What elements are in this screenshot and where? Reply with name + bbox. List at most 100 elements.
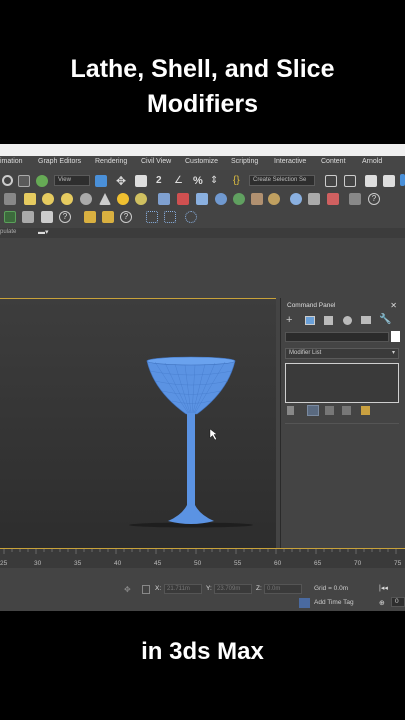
scene-explorer-icon[interactable]	[365, 175, 377, 187]
add-time-tag-button[interactable]: Add Time Tag	[314, 599, 354, 606]
select-link-icon[interactable]	[18, 175, 30, 187]
percent-snap-icon[interactable]: %	[193, 175, 205, 187]
glass-stem	[187, 413, 195, 509]
sun-icon[interactable]	[135, 193, 147, 205]
selection-lock-icon[interactable]: ✥	[124, 585, 131, 594]
help-icon[interactable]: ?	[368, 193, 380, 205]
display-tab-icon[interactable]	[361, 316, 371, 324]
create-tab-icon[interactable]: +	[286, 314, 292, 326]
menu-content[interactable]: Content	[321, 158, 346, 165]
viewport-layout-icon[interactable]	[4, 211, 16, 223]
tick-label: 35	[74, 560, 82, 567]
box-icon[interactable]	[24, 193, 36, 205]
current-frame-field[interactable]: 0	[391, 597, 405, 607]
render-setup-icon[interactable]	[233, 193, 245, 205]
x-coordinate-field[interactable]: 21.711m	[164, 584, 202, 594]
modifier-stack[interactable]	[285, 363, 399, 403]
video-subtitle: in 3ds Max	[141, 638, 264, 665]
help-icon-2[interactable]: ?	[120, 211, 132, 223]
mirror-icon[interactable]	[325, 175, 337, 187]
modify-tab-icon[interactable]	[305, 316, 315, 325]
utilities-tab-icon[interactable]: 🔧	[379, 314, 391, 325]
title-line-1: Lathe, Shell, and Slice	[70, 55, 335, 83]
info-icon[interactable]: ?	[59, 211, 71, 223]
menu-civil-view[interactable]: Civil View	[141, 158, 171, 165]
menu-rendering[interactable]: Rendering	[95, 158, 127, 165]
bind-space-warp-icon[interactable]	[36, 175, 48, 187]
teapot-icon[interactable]	[41, 211, 53, 223]
tick-label: 70	[354, 560, 362, 567]
show-end-result-icon[interactable]	[307, 405, 319, 416]
selection-filter-dropdown[interactable]: View	[54, 175, 90, 186]
snap-grid-icon[interactable]	[164, 211, 176, 223]
render-icon[interactable]	[268, 193, 280, 205]
cylinder-icon[interactable]	[61, 193, 73, 205]
align-icon[interactable]	[344, 175, 356, 187]
command-panel-title: Command Panel	[287, 302, 336, 309]
absolute-mode-icon[interactable]	[142, 585, 150, 594]
ribbon-toggle-icon[interactable]: ▬▾	[38, 228, 49, 236]
curve-editor-icon[interactable]	[196, 193, 208, 205]
workspace-icon[interactable]	[22, 211, 34, 223]
select-object-icon[interactable]	[95, 175, 107, 187]
ribbon-icon-extra[interactable]	[349, 193, 361, 205]
3ds-max-window: imation Graph Editors Rendering Civil Vi…	[0, 144, 405, 611]
sphere-icon[interactable]	[42, 193, 54, 205]
z-coordinate-field[interactable]: 0.0m	[264, 584, 302, 594]
rotate-icon[interactable]	[135, 175, 147, 187]
menu-customize[interactable]: Customize	[185, 158, 218, 165]
schematic-icon[interactable]	[215, 193, 227, 205]
grid-icon[interactable]	[146, 211, 158, 223]
move-icon[interactable]: ✥	[116, 175, 128, 187]
y-coordinate-field[interactable]: 23.709m	[214, 584, 252, 594]
configure-modifier-sets-icon[interactable]	[361, 406, 370, 415]
menu-graph-editors[interactable]: Graph Editors	[38, 158, 81, 165]
toolbar-overflow-icon[interactable]	[400, 174, 405, 186]
layer-explorer-icon[interactable]	[383, 175, 395, 187]
angle-snap-icon[interactable]: ∠	[174, 175, 186, 187]
menu-scripting[interactable]: Scripting	[231, 158, 258, 165]
torus-icon[interactable]	[80, 193, 92, 205]
pin-stack-icon[interactable]	[287, 406, 294, 415]
key-mode-icon[interactable]: ⊕	[379, 599, 385, 607]
menu-animation[interactable]: imation	[0, 158, 23, 165]
command-panel: Command Panel ✕ + 🔧 Modifier List ▾	[280, 298, 405, 548]
hierarchy-tab-icon[interactable]	[324, 316, 333, 325]
named-selection-set-dropdown[interactable]: Create Selection Se	[249, 175, 315, 186]
edit-named-selection-icon[interactable]: {}	[233, 175, 245, 187]
secondary-toolbar: ? ?	[0, 209, 405, 226]
x-label: X:	[155, 585, 162, 592]
motion-tab-icon[interactable]	[343, 316, 352, 325]
ribbon-icon-1[interactable]	[4, 193, 16, 205]
time-tag-icon[interactable]	[299, 598, 310, 608]
key-filters-icon[interactable]	[102, 211, 114, 223]
undo-icon[interactable]	[2, 175, 13, 186]
render-preset-icon[interactable]	[308, 193, 320, 205]
go-to-start-icon[interactable]: |◂◂	[379, 584, 388, 592]
snap-sphere-icon[interactable]	[185, 211, 197, 223]
martini-glass-model	[129, 356, 253, 528]
populate-tab[interactable]: pulate	[0, 229, 16, 235]
light-icon[interactable]	[117, 193, 129, 205]
close-icon[interactable]: ✕	[390, 301, 397, 310]
make-unique-icon[interactable]	[325, 406, 334, 415]
modifier-list-dropdown[interactable]: Modifier List ▾	[285, 348, 399, 359]
panel-divider	[285, 423, 399, 424]
nodes-icon[interactable]	[158, 193, 170, 205]
menu-interactive[interactable]: Interactive	[274, 158, 306, 165]
material-icon[interactable]	[177, 193, 189, 205]
mouse-cursor-icon	[209, 428, 218, 441]
perspective-viewport[interactable]	[0, 298, 276, 548]
object-name-field[interactable]	[285, 332, 389, 342]
rendered-frame-icon[interactable]	[251, 193, 263, 205]
menu-arnold[interactable]: Arnold	[362, 158, 382, 165]
object-color-swatch[interactable]	[391, 331, 400, 342]
auto-key-icon[interactable]	[84, 211, 96, 223]
time-slider[interactable]: 25 30 35 40 45 50 55 60 65 70 75	[0, 548, 405, 568]
remove-modifier-icon[interactable]	[342, 406, 351, 415]
cone-icon[interactable]	[99, 193, 111, 205]
spinner-snap-icon[interactable]: ⇕	[210, 175, 222, 187]
snap-toggle-icon[interactable]: 2	[156, 175, 168, 187]
render-production-icon[interactable]	[290, 193, 302, 205]
arnold-render-icon[interactable]	[327, 193, 339, 205]
